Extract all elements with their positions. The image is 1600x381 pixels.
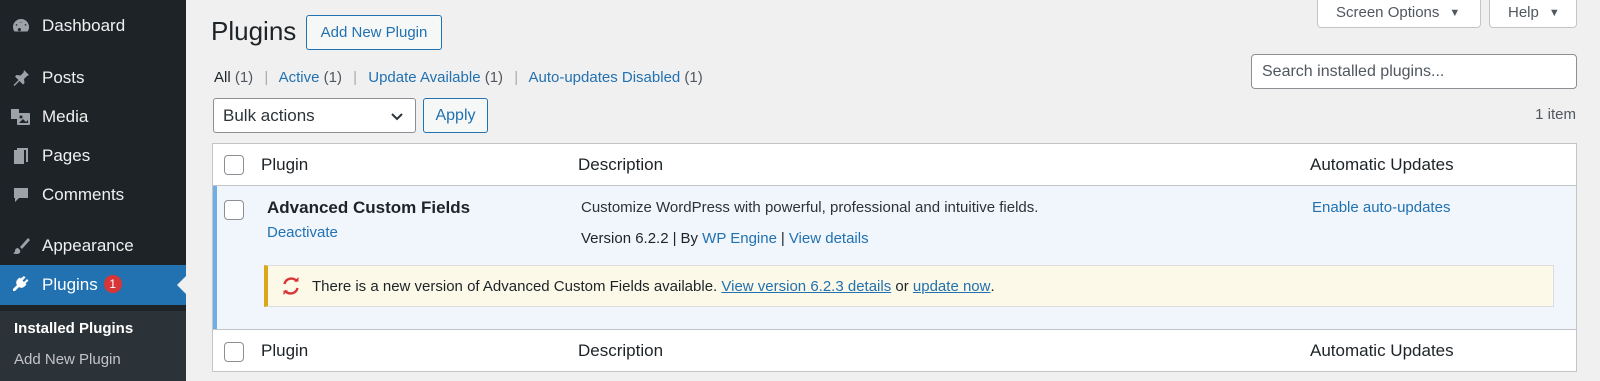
chevron-down-icon <box>389 108 405 129</box>
page-title: Plugins <box>211 16 297 46</box>
sidebar-item-label: Pages <box>42 146 91 165</box>
author-link[interactable]: WP Engine <box>702 230 777 247</box>
separator: | <box>514 69 519 86</box>
table-row: Advanced Custom Fields Deactivate Custom… <box>213 186 1576 329</box>
plugin-name: Advanced Custom Fields <box>267 198 471 217</box>
filter-update-available[interactable]: Update Available <box>368 69 480 86</box>
bulk-actions-value: Bulk actions <box>223 105 315 125</box>
sidebar-item-media[interactable]: Media <box>0 97 186 137</box>
column-description: Description <box>578 341 664 360</box>
sidebar-item-label: Posts <box>42 68 85 87</box>
sidebar-item-label: Media <box>42 107 89 126</box>
sidebar-item-label: Dashboard <box>42 16 126 35</box>
column-automatic-updates: Automatic Updates <box>1310 341 1454 360</box>
view-details-link[interactable]: View details <box>789 230 869 247</box>
apply-button[interactable]: Apply <box>423 98 488 133</box>
sidebar-item-appearance[interactable]: Appearance <box>0 226 186 266</box>
sidebar-item-plugins[interactable]: Plugins 1 <box>0 265 186 305</box>
caret-down-icon: ▼ <box>1449 6 1461 19</box>
filter-active[interactable]: Active <box>279 69 320 86</box>
view-version-details-link[interactable]: View version 6.2.3 details <box>721 278 891 295</box>
screen-options-label: Screen Options <box>1336 4 1440 21</box>
caret-down-icon: ▼ <box>1548 6 1560 19</box>
plugin-version: Version 6.2.2 <box>581 230 669 247</box>
sidebar-item-pages[interactable]: Pages <box>0 136 186 176</box>
pin-icon <box>10 67 32 89</box>
column-automatic-updates: Automatic Updates <box>1310 155 1454 174</box>
search-input[interactable] <box>1251 54 1577 89</box>
admin-sidebar: Dashboard Posts Media Pages Comments App… <box>0 0 186 381</box>
plugins-submenu: Installed Plugins Add New Plugin <box>0 311 186 381</box>
filter-count: (1) <box>484 69 504 86</box>
pages-icon <box>10 145 32 167</box>
column-description: Description <box>578 155 664 174</box>
notice-text: There is a new version of Advanced Custo… <box>312 277 718 295</box>
help-button[interactable]: Help ▼ <box>1489 0 1577 28</box>
sidebar-item-comments[interactable]: Comments <box>0 175 186 215</box>
sidebar-item-dashboard[interactable]: Dashboard <box>0 6 186 46</box>
column-plugin: Plugin <box>261 341 309 360</box>
filter-all[interactable]: All <box>214 69 231 86</box>
submenu-add-new-plugin[interactable]: Add New Plugin <box>14 351 121 368</box>
media-icon <box>10 106 32 128</box>
plugin-checkbox[interactable] <box>224 200 244 220</box>
select-all-checkbox[interactable] <box>224 155 244 175</box>
plugin-status-filters: All (1) | Active (1) | Update Available … <box>214 69 703 86</box>
by-label: By <box>680 230 698 247</box>
plugin-version-info: Version 6.2.2 | By WP Engine | View details <box>581 230 869 247</box>
submenu-installed-plugins[interactable]: Installed Plugins <box>14 320 133 337</box>
item-count: 1 item <box>1535 106 1576 123</box>
separator: | <box>264 69 269 86</box>
deactivate-link[interactable]: Deactivate <box>267 224 338 241</box>
notice-or: or <box>895 277 909 295</box>
sidebar-item-label: Appearance <box>42 236 134 255</box>
sidebar-item-label: Comments <box>42 185 125 204</box>
filter-count: (1) <box>323 69 342 86</box>
dashboard-icon <box>10 15 32 37</box>
comment-icon <box>10 184 32 206</box>
separator: | <box>780 230 785 247</box>
filter-auto-updates-disabled[interactable]: Auto-updates Disabled <box>528 69 680 86</box>
column-plugin: Plugin <box>261 155 309 174</box>
separator: | <box>672 230 677 247</box>
separator: | <box>353 69 358 86</box>
bulk-actions-select[interactable]: Bulk actions <box>213 98 416 133</box>
plugin-icon <box>10 274 32 296</box>
table-header: Plugin Description Automatic Updates <box>213 144 1576 186</box>
update-count-badge: 1 <box>103 275 122 293</box>
update-notice: There is a new version of Advanced Custo… <box>264 265 1554 307</box>
brush-icon <box>10 235 32 257</box>
help-label: Help <box>1508 4 1539 21</box>
table-footer: Plugin Description Automatic Updates <box>213 329 1576 372</box>
screen-options-button[interactable]: Screen Options ▼ <box>1317 0 1481 28</box>
filter-count: (1) <box>234 69 254 86</box>
sidebar-item-label: Plugins <box>42 275 98 294</box>
add-new-plugin-button[interactable]: Add New Plugin <box>306 15 442 50</box>
update-now-link[interactable]: update now <box>913 278 991 295</box>
update-icon <box>280 275 302 297</box>
enable-auto-updates-link[interactable]: Enable auto-updates <box>1312 199 1450 216</box>
select-all-checkbox-footer[interactable] <box>224 342 244 362</box>
notice-end: . <box>990 277 995 295</box>
filter-count: (1) <box>684 69 703 86</box>
plugins-table: Plugin Description Automatic Updates Adv… <box>212 143 1577 372</box>
plugin-description: Customize WordPress with powerful, profe… <box>581 199 1039 216</box>
sidebar-item-posts[interactable]: Posts <box>0 58 186 98</box>
